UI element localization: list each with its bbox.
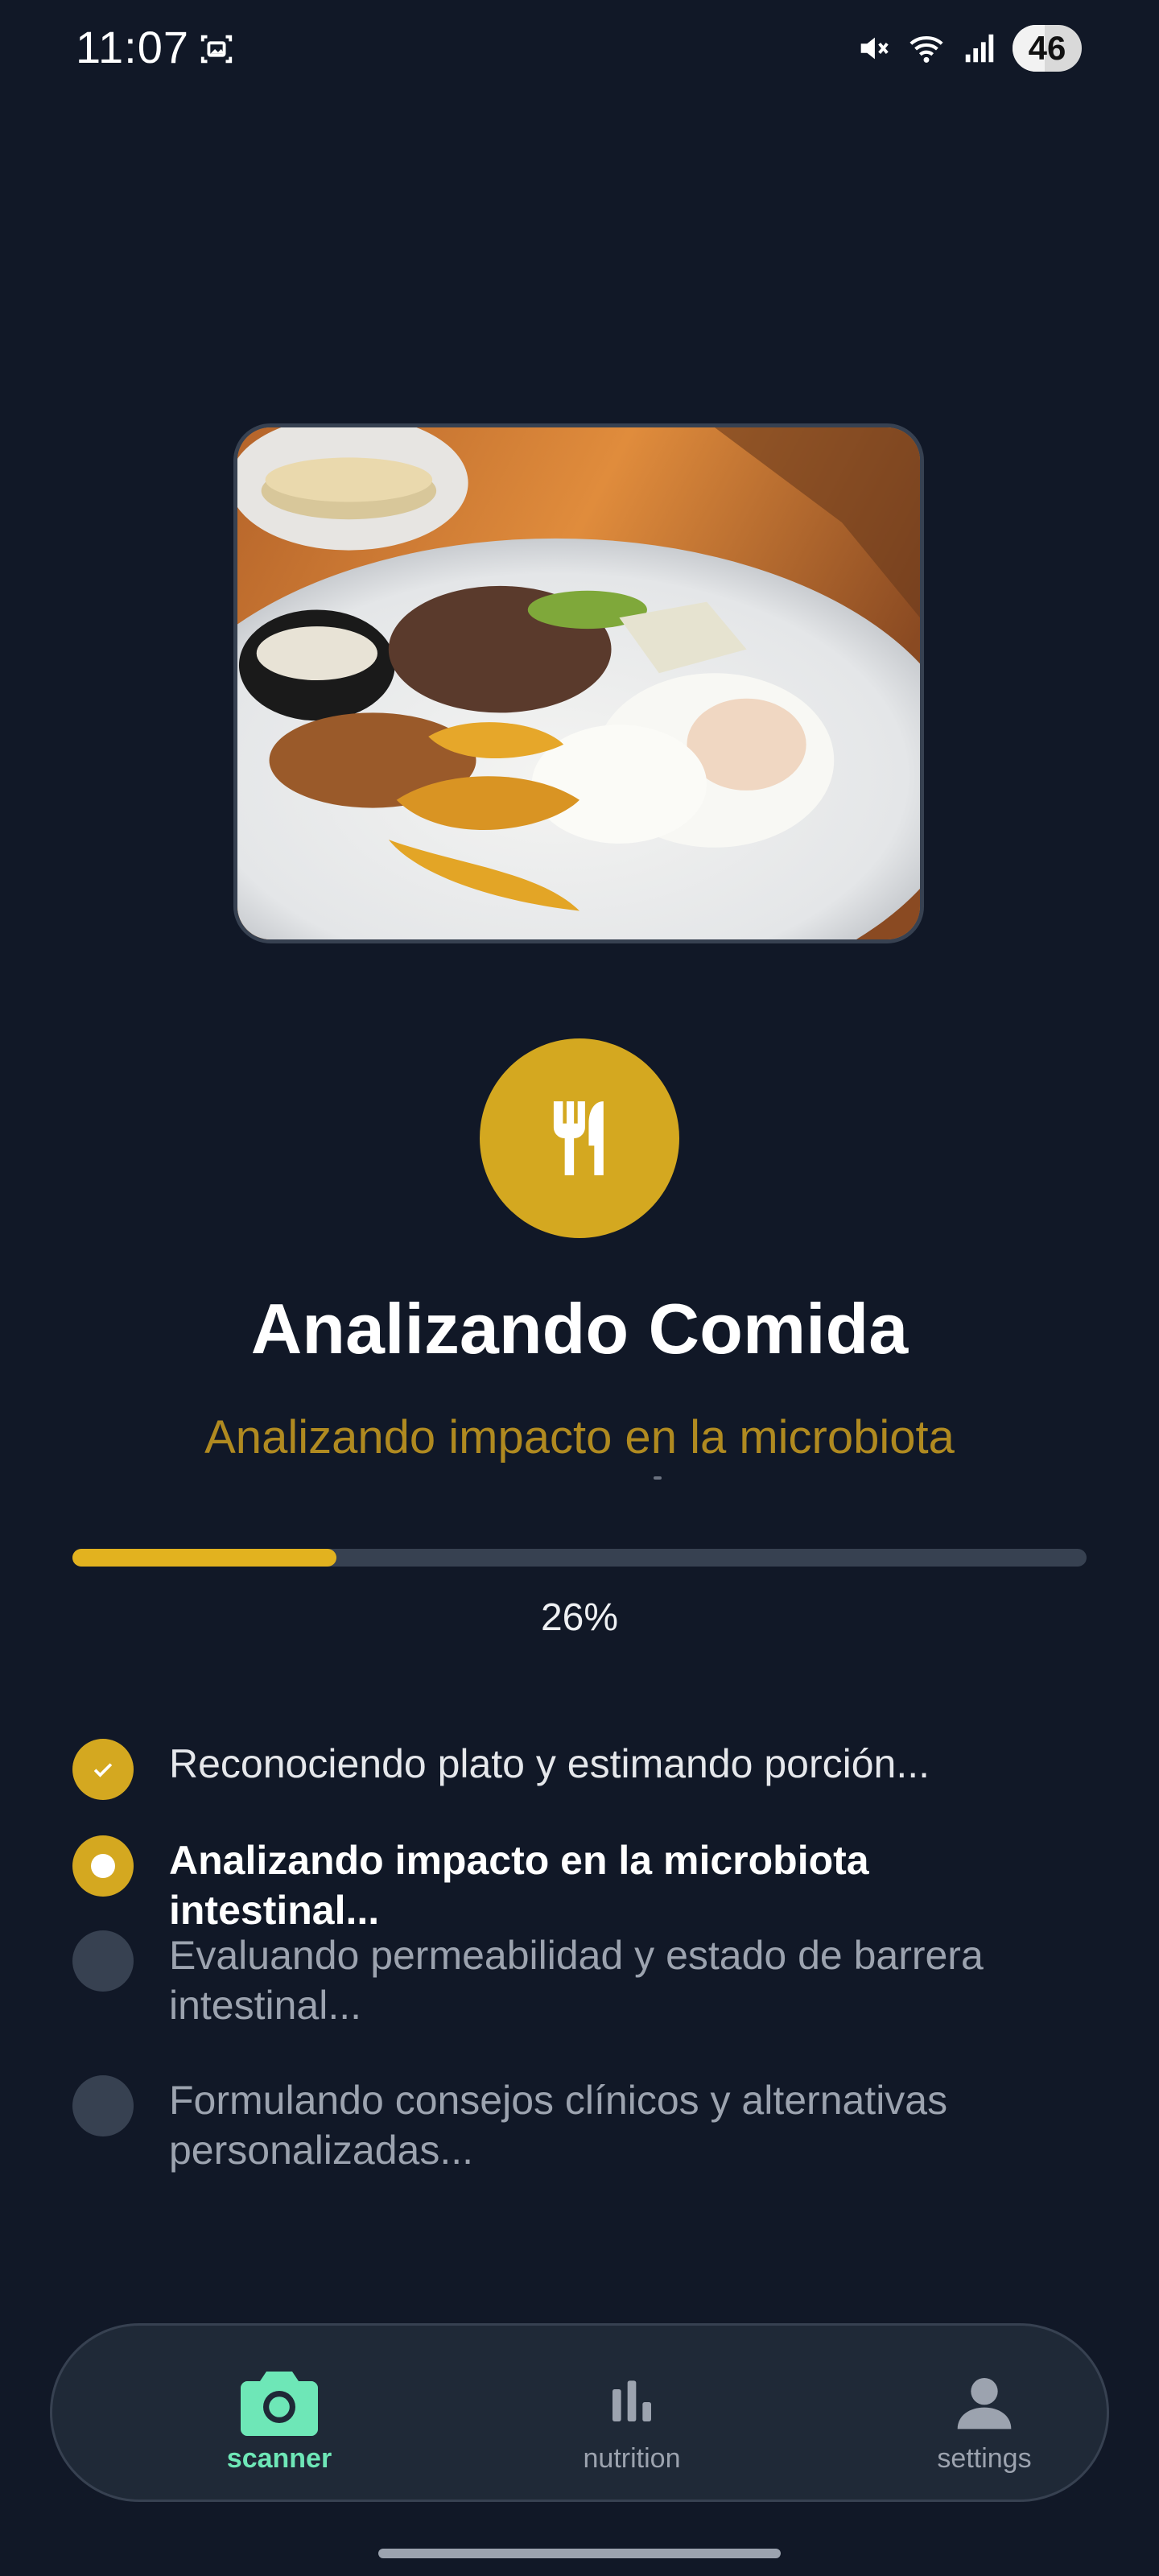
signal-icon — [965, 34, 994, 63]
wifi-icon — [909, 35, 943, 63]
progress-fill — [72, 1549, 336, 1567]
bar-chart-icon — [612, 2380, 651, 2421]
step-label: Reconociendo plato y estimando porción..… — [169, 1741, 930, 1786]
mute-icon — [860, 37, 889, 60]
step-status-icon — [72, 2075, 134, 2136]
cutlery-icon — [553, 1101, 604, 1175]
step-item: Formulando consejos clínicos y alternati… — [72, 2075, 1087, 2175]
step-status-icon — [72, 1930, 134, 1992]
food-photo — [233, 423, 924, 943]
step-item: Analizando impacto en la microbiota inte… — [72, 1835, 1087, 1935]
step-label: Formulando consejos clínicos y alternati… — [169, 2078, 948, 2173]
status-icons: 46 — [855, 23, 1082, 74]
progress-percent: 26% — [540, 1596, 619, 1639]
bottom-navigation: scanner nutrition settings — [50, 2323, 1109, 2502]
page-subtitle: Analizando impacto en la microbiota — [204, 1411, 955, 1463]
screen-record-icon — [200, 35, 233, 64]
battery-level: 46 — [1028, 29, 1066, 67]
nav-label: scanner — [226, 2443, 332, 2474]
status-time: 11:07 — [76, 22, 189, 72]
cutlery-icon-badge — [480, 1038, 679, 1238]
page-title: Analizando Comida — [250, 1289, 909, 1368]
nav-item-nutrition[interactable]: nutrition — [535, 2366, 728, 2475]
active-dot-icon — [91, 1854, 115, 1878]
step-item: Reconociendo plato y estimando porción..… — [72, 1739, 1087, 1800]
step-label: Evaluando permeabilidad y estado de barr… — [169, 1933, 984, 2028]
nav-item-settings[interactable]: settings — [888, 2366, 1081, 2475]
home-indicator[interactable] — [378, 2549, 781, 2558]
nav-label: settings — [937, 2443, 1032, 2474]
nav-label: nutrition — [583, 2443, 681, 2474]
subtitle-indicator — [654, 1476, 662, 1480]
status-bar: 11:07 46 — [0, 0, 1159, 97]
step-status-icon — [72, 1739, 134, 1800]
step-label: Analizando impacto en la microbiota inte… — [169, 1838, 869, 1933]
step-item: Evaluando permeabilidad y estado de barr… — [72, 1930, 1087, 2030]
step-status-icon — [72, 1835, 134, 1897]
progress-bar — [72, 1549, 1087, 1567]
person-icon — [957, 2378, 1012, 2429]
nav-item-scanner[interactable]: scanner — [183, 2366, 376, 2475]
battery-icon: 46 — [1013, 25, 1082, 72]
check-icon — [93, 1763, 113, 1777]
camera-icon — [241, 2372, 318, 2436]
